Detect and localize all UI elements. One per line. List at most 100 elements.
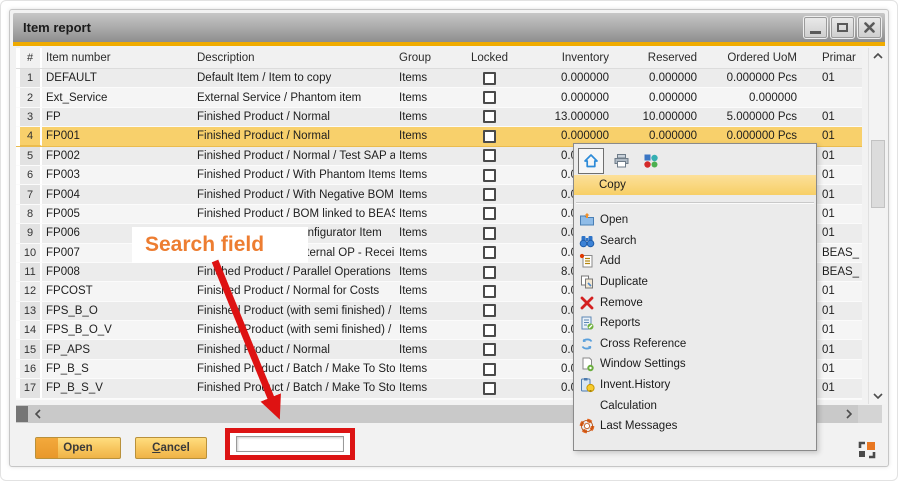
context-menu-item-cross-reference[interactable]: Cross Reference [574, 334, 816, 355]
cell-inventory[interactable]: 0.000000 [517, 69, 614, 87]
row-number[interactable]: 14 [20, 321, 42, 339]
row-number[interactable]: 2 [20, 88, 42, 106]
table-row[interactable]: 2 Ext_Service External Service / Phantom… [16, 88, 862, 107]
cell-description[interactable]: Finished Product / With Negative BOM [192, 185, 395, 203]
locked-checkbox[interactable] [483, 149, 496, 162]
cell-item-number[interactable]: DEFAULT [42, 69, 192, 87]
scroll-right-button[interactable] [840, 405, 858, 423]
cell-reserved[interactable]: 0.000000 [614, 88, 702, 106]
col-header-index[interactable]: # [20, 48, 42, 68]
row-number[interactable]: 5 [20, 147, 42, 165]
context-menu-item-calculation[interactable]: Calculation [574, 395, 816, 416]
cell-item-number[interactable]: Ext_Service [42, 88, 192, 106]
locked-checkbox[interactable] [483, 207, 496, 220]
context-menu-item-remove[interactable]: Remove [574, 292, 816, 313]
context-menu-item-invent-history[interactable]: Invent.History [574, 375, 816, 396]
col-header-ordered-uom[interactable]: Ordered UoM [702, 48, 802, 68]
row-number[interactable]: 4 [20, 127, 42, 145]
scroll-left-button[interactable] [29, 405, 47, 423]
cell-group[interactable]: Items [395, 88, 462, 106]
cell-description[interactable]: Finished Product / Normal / Test SAP a [192, 147, 395, 165]
cell-primary[interactable]: 01 [802, 69, 862, 87]
cell-item-number[interactable]: FP_APS [42, 340, 192, 358]
table-row[interactable]: 1 DEFAULT Default Item / Item to copy It… [16, 69, 862, 88]
scroll-down-button[interactable] [869, 388, 887, 404]
resize-grip-icon[interactable] [857, 440, 877, 460]
search-input[interactable] [236, 436, 344, 452]
row-number[interactable]: 3 [20, 108, 42, 126]
colors-toolbar-button[interactable] [638, 148, 664, 174]
printer-toolbar-button[interactable] [608, 148, 634, 174]
cell-ordered-uom[interactable]: 5.000000 Pcs [702, 108, 802, 126]
cell-description[interactable]: Finished Product / Normal [192, 340, 395, 358]
context-menu-item-copy[interactable]: Copy [574, 175, 816, 195]
cell-item-number[interactable]: FP004 [42, 185, 192, 203]
cell-item-number[interactable]: FP [42, 108, 192, 126]
context-menu-item-search[interactable]: Search [574, 231, 816, 252]
cell-group[interactable]: Items [395, 205, 462, 223]
cell-reserved[interactable]: 10.000000 [614, 108, 702, 126]
cell-description[interactable]: Finished Product (with semi finished) / [192, 321, 395, 339]
cell-item-number[interactable]: FP008 [42, 263, 192, 281]
locked-checkbox[interactable] [483, 304, 496, 317]
locked-checkbox[interactable] [483, 246, 496, 259]
cell-item-number[interactable]: FP_B_S [42, 360, 192, 378]
cell-group[interactable]: Items [395, 127, 462, 145]
cell-group[interactable]: Items [395, 244, 462, 262]
cell-inventory[interactable]: 0.000000 [517, 88, 614, 106]
cell-group[interactable]: Items [395, 360, 462, 378]
row-number[interactable]: 6 [20, 166, 42, 184]
row-number[interactable]: 17 [20, 379, 42, 397]
cell-inventory[interactable]: 13.000000 [517, 108, 614, 126]
cell-group[interactable]: Items [395, 69, 462, 87]
locked-checkbox[interactable] [483, 227, 496, 240]
locked-checkbox[interactable] [483, 91, 496, 104]
splitter-handle[interactable] [16, 406, 28, 422]
cell-item-number[interactable]: FP001 [42, 127, 192, 145]
cell-item-number[interactable]: FP005 [42, 205, 192, 223]
cell-description[interactable]: Finished Product / Normal [192, 127, 395, 145]
row-number[interactable]: 1 [20, 69, 42, 87]
locked-checkbox[interactable] [483, 188, 496, 201]
row-number[interactable]: 9 [20, 224, 42, 242]
col-header-item-number[interactable]: Item number [42, 48, 192, 68]
scroll-up-button[interactable] [869, 48, 887, 64]
locked-checkbox[interactable] [483, 382, 496, 395]
context-menu-item-reports[interactable]: Reports [574, 313, 816, 334]
cell-ordered-uom[interactable]: 0.000000 [702, 88, 802, 106]
row-number[interactable]: 11 [20, 263, 42, 281]
cell-description[interactable]: Finished Product / Parallel Operations [192, 263, 395, 281]
cancel-button[interactable]: Cancel [135, 437, 207, 459]
cell-group[interactable]: Items [395, 166, 462, 184]
vertical-scrollbar[interactable] [868, 48, 886, 404]
cell-group[interactable]: Items [395, 321, 462, 339]
cell-item-number[interactable]: FP002 [42, 147, 192, 165]
locked-checkbox[interactable] [483, 266, 496, 279]
cell-item-number[interactable]: FPS_B_O_V [42, 321, 192, 339]
col-header-inventory[interactable]: Inventory [517, 48, 614, 68]
cell-group[interactable]: Items [395, 224, 462, 242]
cell-group[interactable]: Items [395, 302, 462, 320]
row-number[interactable]: 12 [20, 282, 42, 300]
locked-checkbox[interactable] [483, 72, 496, 85]
table-row[interactable]: 3 FP Finished Product / Normal Items 13.… [16, 108, 862, 127]
cell-description[interactable]: External Service / Phantom item [192, 88, 395, 106]
cell-description[interactable]: Finished Product / Batch / Make To Sto [192, 379, 395, 397]
context-menu-item-last-messages[interactable]: Last Messages [574, 416, 816, 437]
context-menu-item-add[interactable]: Add [574, 251, 816, 272]
col-header-locked[interactable]: Locked [462, 48, 517, 68]
open-button[interactable]: Open [35, 437, 121, 459]
locked-checkbox[interactable] [483, 324, 496, 337]
context-menu-item-open[interactable]: Open [574, 210, 816, 231]
title-bar[interactable]: Item report [13, 13, 885, 42]
cell-group[interactable]: Items [395, 340, 462, 358]
home-toolbar-button[interactable] [578, 148, 604, 174]
cell-item-number[interactable]: FPS_B_O [42, 302, 192, 320]
row-number[interactable]: 15 [20, 340, 42, 358]
maximize-button[interactable] [831, 17, 854, 38]
locked-checkbox[interactable] [483, 130, 496, 143]
row-number[interactable]: 7 [20, 185, 42, 203]
cell-group[interactable]: Items [395, 147, 462, 165]
cell-group[interactable]: Items [395, 282, 462, 300]
col-header-primary[interactable]: Primar [802, 48, 862, 68]
